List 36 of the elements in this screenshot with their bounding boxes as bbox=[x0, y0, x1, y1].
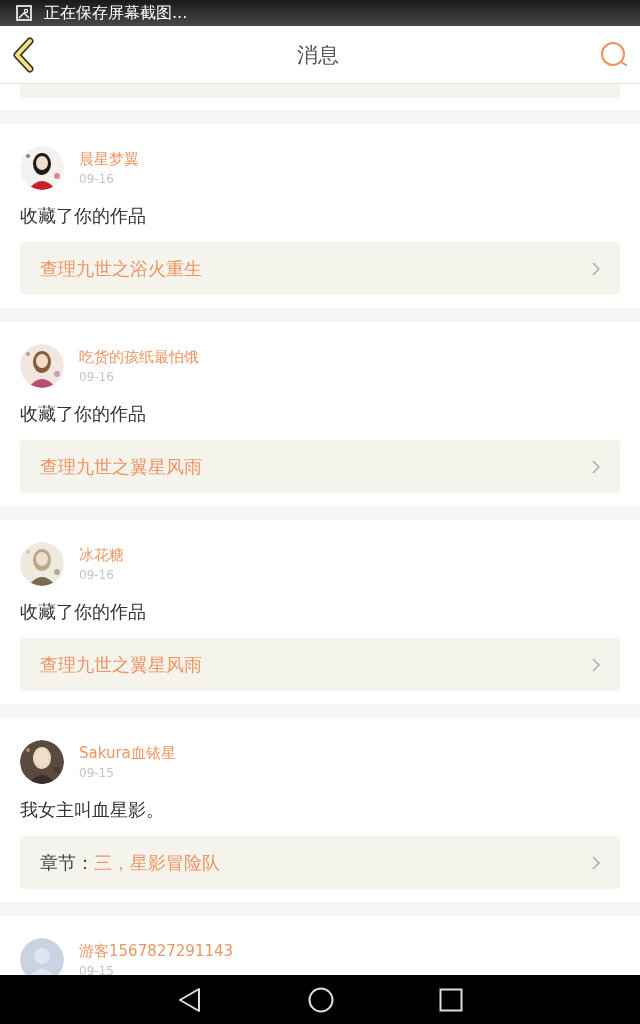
message-text: 收藏了你的作品 bbox=[20, 600, 147, 624]
user-name[interactable]: 冰花糖 bbox=[79, 546, 124, 565]
user-name[interactable]: 吃货的孩纸最怕饿 bbox=[79, 348, 199, 367]
user-name[interactable]: 游客1567827291143 bbox=[79, 942, 234, 961]
message-text: 收藏了你的作品 bbox=[20, 402, 147, 426]
work-title: 查理九世之翼星风雨 bbox=[40, 454, 203, 479]
message-date: 09-15 bbox=[79, 964, 115, 975]
message-date: 09-16 bbox=[79, 370, 115, 384]
user-name[interactable]: 晨星梦翼 bbox=[79, 150, 139, 169]
recents-icon[interactable] bbox=[439, 987, 463, 1012]
work-link[interactable]: 章节：三，星影冒险队 bbox=[20, 836, 620, 889]
back-button[interactable] bbox=[12, 36, 36, 73]
user-name[interactable]: Sakura血铱星 bbox=[79, 744, 176, 763]
work-link[interactable]: 查理九世之浴火重生 bbox=[20, 242, 620, 295]
search-icon bbox=[600, 40, 628, 69]
chevron-icon bbox=[592, 261, 600, 276]
message-date: 09-16 bbox=[79, 568, 115, 582]
work-title: 三，星影冒险队 bbox=[94, 850, 221, 875]
page-title: 消息 bbox=[297, 41, 339, 69]
back-icon[interactable] bbox=[177, 986, 203, 1013]
work-title: 查理九世之浴火重生 bbox=[40, 256, 203, 281]
home-icon[interactable] bbox=[308, 986, 334, 1013]
message-date: 09-16 bbox=[79, 172, 115, 186]
work-link[interactable]: 查理九世之翼星风雨 bbox=[20, 638, 620, 691]
screenshot-icon bbox=[16, 5, 32, 21]
work-link[interactable]: 查理九世之翼星风雨 bbox=[20, 440, 620, 493]
message-text: 收藏了你的作品 bbox=[20, 204, 147, 228]
chevron-icon bbox=[592, 459, 600, 474]
link-label: 章节： bbox=[40, 850, 94, 875]
message-text: 我女主叫血星影。 bbox=[20, 798, 165, 822]
back-icon bbox=[12, 36, 36, 73]
work-title: 查理九世之翼星风雨 bbox=[40, 652, 203, 677]
notification-text: 正在保存屏幕截图... bbox=[44, 2, 188, 24]
chevron-icon bbox=[592, 855, 600, 870]
chevron-icon bbox=[592, 657, 600, 672]
message-date: 09-15 bbox=[79, 766, 115, 780]
